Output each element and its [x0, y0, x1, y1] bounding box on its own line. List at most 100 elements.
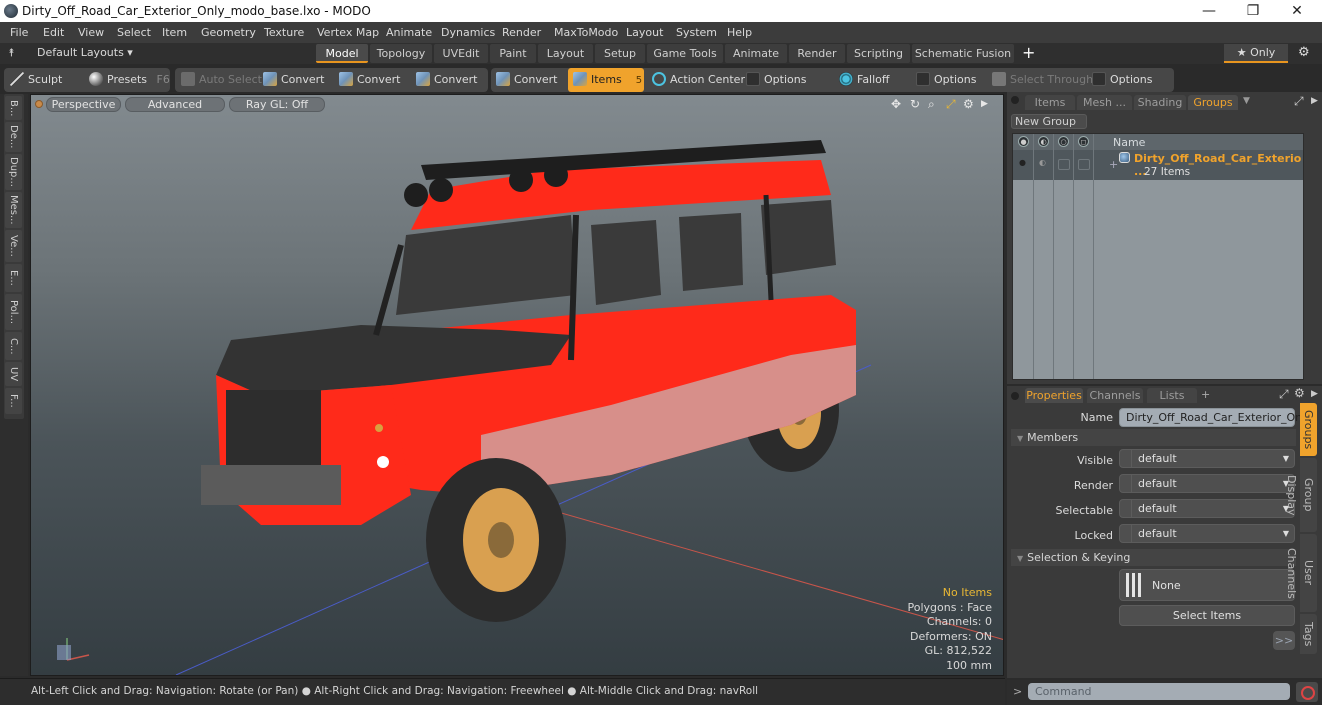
row-lock-toggle[interactable]: [1058, 159, 1070, 170]
expand-group-icon[interactable]: +: [1109, 158, 1118, 171]
minimize-button[interactable]: —: [1186, 0, 1232, 22]
action-center-options-button[interactable]: Options: [746, 68, 806, 92]
menu-edit[interactable]: Edit: [43, 26, 64, 39]
zoom-icon[interactable]: ⌕: [928, 97, 935, 112]
maximize-panel-icon[interactable]: ⤢: [1294, 94, 1304, 109]
pan-icon[interactable]: ✥: [891, 97, 901, 111]
tab-setup[interactable]: Setup: [595, 44, 645, 63]
more-button[interactable]: >>: [1273, 631, 1295, 650]
hierarchy-none-button[interactable]: None: [1119, 569, 1295, 601]
side-tab-groups[interactable]: Groups: [1300, 403, 1317, 456]
panel-expand-icon[interactable]: ▶: [1311, 96, 1318, 106]
convert-edges-button[interactable]: Convert: [339, 68, 401, 92]
tab-topology[interactable]: Topology: [370, 44, 432, 63]
maximize-button[interactable]: ❐: [1230, 0, 1276, 22]
select-through-button[interactable]: Select Through: [992, 68, 1093, 92]
add-tab-button[interactable]: +: [1022, 43, 1035, 62]
sculpt-button[interactable]: Sculpt: [10, 68, 62, 92]
tab-items[interactable]: Items: [1025, 95, 1075, 110]
toolbox-tab-edge[interactable]: E...: [5, 264, 22, 292]
menu-file[interactable]: File: [10, 26, 28, 39]
tab-properties[interactable]: Properties: [1025, 388, 1083, 403]
toolbox-tab-polygon[interactable]: Pol...: [5, 294, 22, 330]
viewport-settings-icon[interactable]: ⚙: [963, 97, 974, 111]
record-macro-button[interactable]: [1296, 682, 1318, 702]
tab-lists[interactable]: Lists: [1147, 388, 1197, 403]
select-items-button[interactable]: Select Items: [1119, 605, 1295, 626]
menu-system[interactable]: System: [676, 26, 717, 39]
perspective-dropdown[interactable]: Perspective: [46, 97, 121, 112]
default-layouts-dropdown[interactable]: Default Layouts ▾: [37, 46, 133, 59]
command-input[interactable]: Command: [1028, 683, 1290, 700]
expand-arrow-icon[interactable]: ▶: [981, 99, 988, 109]
selection-keying-section[interactable]: ▼ Selection & Keying: [1011, 549, 1296, 566]
maximize-panel-icon[interactable]: ⤢: [1279, 387, 1289, 402]
falloff-button[interactable]: Falloff: [839, 68, 889, 92]
tab-mesh[interactable]: Mesh ...: [1077, 95, 1132, 110]
menu-item[interactable]: Item: [162, 26, 187, 39]
row-select-toggle[interactable]: [1078, 159, 1090, 170]
convert-vertices-button[interactable]: Convert: [263, 68, 325, 92]
lock-column-icon[interactable]: ○: [1058, 136, 1069, 147]
toolbox-tab-fusion[interactable]: F...: [5, 388, 22, 414]
side-tab-user-channels[interactable]: User Channels: [1285, 534, 1317, 612]
select-column-icon[interactable]: ◻: [1078, 136, 1089, 147]
tab-paint[interactable]: Paint: [490, 44, 536, 63]
tab-groups[interactable]: Groups: [1188, 95, 1238, 110]
tab-dropdown-icon[interactable]: ▼: [1243, 96, 1250, 106]
side-tab-tags[interactable]: Tags: [1300, 614, 1317, 654]
menu-render[interactable]: Render: [502, 26, 541, 39]
menu-dynamics[interactable]: Dynamics: [441, 26, 495, 39]
3d-viewport[interactable]: Perspective Advanced Ray GL: Off ✥ ↻ ⌕ ⤢…: [30, 94, 1004, 676]
gear-icon[interactable]: ⚙: [1298, 45, 1310, 60]
tab-scripting[interactable]: Scripting: [847, 44, 910, 63]
shading-dropdown[interactable]: Advanced: [125, 97, 225, 112]
panel-menu-dot[interactable]: [1011, 96, 1019, 104]
panel-expand-icon[interactable]: ▶: [1311, 389, 1318, 399]
row-visibility-toggle[interactable]: ●: [1019, 158, 1026, 167]
toolbox-tab-duplicate[interactable]: Dup...: [5, 154, 22, 190]
toolbox-tab-deform[interactable]: De...: [5, 122, 22, 152]
name-field[interactable]: Dirty_Off_Road_Car_Exterior_Only: [1119, 408, 1312, 427]
visibility-column-icon[interactable]: ●: [1018, 136, 1029, 147]
toolbox-tab-curve[interactable]: C...: [5, 332, 22, 360]
tab-model[interactable]: Model: [316, 44, 368, 63]
menu-layout[interactable]: Layout: [626, 26, 663, 39]
menu-view[interactable]: View: [78, 26, 104, 39]
tab-shading[interactable]: Shading: [1134, 95, 1186, 110]
presets-button[interactable]: Presets F6: [89, 68, 170, 92]
menu-help[interactable]: Help: [727, 26, 752, 39]
locked-dropdown[interactable]: default ▼: [1119, 524, 1295, 543]
side-tab-group-display[interactable]: Group Display: [1285, 458, 1317, 532]
viewport-menu-dot[interactable]: [35, 100, 43, 108]
fit-icon[interactable]: ⤢: [946, 97, 956, 112]
auto-select-button[interactable]: Auto Select: [181, 68, 262, 92]
tab-schematic-fusion[interactable]: Schematic Fusion: [912, 44, 1014, 63]
render-column-icon[interactable]: ◐: [1038, 136, 1049, 147]
selectable-dropdown[interactable]: default▼: [1119, 499, 1295, 518]
row-render-toggle[interactable]: ◐: [1039, 158, 1046, 167]
convert-items-button[interactable]: Convert: [496, 68, 558, 92]
name-column-header[interactable]: Name: [1113, 136, 1145, 149]
tab-channels[interactable]: Channels: [1087, 388, 1143, 403]
panel-settings-icon[interactable]: ⚙: [1294, 386, 1305, 400]
add-tab-button[interactable]: +: [1201, 388, 1210, 401]
raygl-toggle[interactable]: Ray GL: Off: [229, 97, 325, 112]
toolbox-tab-mesh-edit[interactable]: Mes...: [5, 192, 22, 228]
only-toggle[interactable]: ★ Only: [1224, 44, 1288, 63]
toolbox-tab-basic[interactable]: B...: [5, 96, 22, 120]
menu-vertex-map[interactable]: Vertex Map: [317, 26, 379, 39]
menu-geometry[interactable]: Geometry: [201, 26, 256, 39]
items-mode-button[interactable]: Items 5: [568, 68, 644, 92]
panel-menu-dot[interactable]: [1011, 392, 1019, 400]
tab-uvedit[interactable]: UVEdit: [434, 44, 488, 63]
tab-layout[interactable]: Layout: [538, 44, 593, 63]
rotate-icon[interactable]: ↻: [910, 97, 920, 111]
render-dropdown[interactable]: default▼: [1119, 474, 1295, 493]
menu-maxtomodo[interactable]: MaxToModo: [554, 26, 618, 39]
new-group-button[interactable]: New Group: [1011, 114, 1087, 129]
select-through-options-button[interactable]: Options: [1092, 68, 1152, 92]
toolbox-tab-vertex[interactable]: Ve...: [5, 230, 22, 262]
toolbox-tab-uv[interactable]: UV: [5, 362, 22, 386]
tab-game-tools[interactable]: Game Tools: [647, 44, 723, 63]
